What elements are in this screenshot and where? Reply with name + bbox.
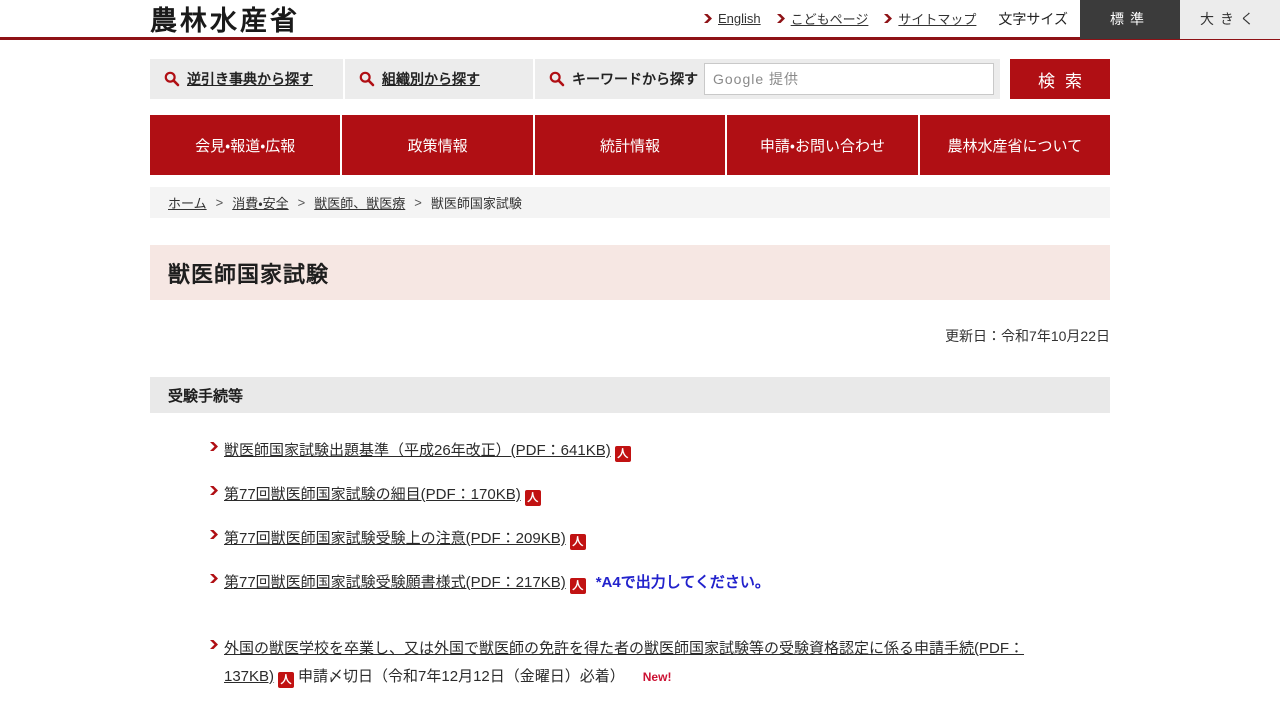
nav-item-press[interactable]: 会見・報道・広報 xyxy=(150,115,340,175)
header-link-kids-label[interactable]: こどもページ xyxy=(791,9,869,28)
new-badge: New! xyxy=(643,670,672,684)
breadcrumb: ホーム > 消費・安全 > 獣医師、獣医療 > 獣医師国家試験 xyxy=(150,187,1110,218)
pdf-link-exam-notes[interactable]: 第77回獣医師国家試験受験上の注意(PDF：209KB) xyxy=(224,530,566,547)
keyword-search-box: キーワードから探す xyxy=(535,59,1000,99)
header-link-kids[interactable]: こどもページ xyxy=(777,9,869,28)
header-menu: English こどもページ サイトマップ 文字サイズ 標準 大きく xyxy=(704,0,1280,39)
arrow-icon xyxy=(704,13,713,24)
font-size-standard-button[interactable]: 標準 xyxy=(1080,0,1180,39)
list-item: 第77回獣医師国家試験受験願書様式(PDF：217KB)人 *A4で出力してくださ… xyxy=(210,569,1070,597)
breadcrumb-veterinary[interactable]: 獣医師、獣医療 xyxy=(314,193,405,212)
global-nav: 会見・報道・広報 政策情報 統計情報 申請・お問い合わせ 農林水産省について xyxy=(150,115,1110,175)
search-submit-button[interactable]: 検索 xyxy=(1010,59,1110,99)
document-list: 獣医師国家試験出題基準（平成26年改正）(PDF：641KB)人 第77回獣医師… xyxy=(210,437,1070,691)
arrow-icon xyxy=(210,441,219,452)
pdf-icon: 人 xyxy=(525,490,541,506)
header-link-english[interactable]: English xyxy=(704,11,761,26)
a4-print-note: *A4で出力してください。 xyxy=(596,574,770,591)
pdf-icon: 人 xyxy=(570,534,586,550)
pdf-link-exam-details[interactable]: 第77回獣医師国家試験の細目(PDF：170KB) xyxy=(224,486,521,503)
pdf-icon: 人 xyxy=(570,578,586,594)
arrow-icon xyxy=(210,639,219,650)
arrow-icon xyxy=(777,13,786,24)
page-title: 獣医師国家試験 xyxy=(168,257,329,289)
breadcrumb-home[interactable]: ホーム xyxy=(168,193,207,212)
breadcrumb-consumer-safety[interactable]: 消費・安全 xyxy=(232,193,288,212)
nav-item-policy[interactable]: 政策情報 xyxy=(342,115,532,175)
pdf-link-exam-standards[interactable]: 獣医師国家試験出題基準（平成26年改正）(PDF：641KB) xyxy=(224,442,611,459)
pdf-icon: 人 xyxy=(615,446,631,462)
updated-date: 更新日：令和7年10月22日 xyxy=(150,326,1110,346)
keyword-search-input[interactable] xyxy=(704,63,994,95)
breadcrumb-current: 獣医師国家試験 xyxy=(431,193,522,212)
list-item: 獣医師国家試験出題基準（平成26年改正）(PDF：641KB)人 xyxy=(210,437,1070,465)
header-link-sitemap-label[interactable]: サイトマップ xyxy=(898,9,976,28)
arrow-icon xyxy=(210,485,219,496)
nav-item-about[interactable]: 農林水産省について xyxy=(920,115,1110,175)
deadline-note: 申請〆切日（令和7年12月12日（金曜日）必着） xyxy=(298,668,625,685)
site-header: 農林水産省 English こどもページ サイトマップ 文字サイズ 標準 大きく xyxy=(0,0,1280,40)
by-org-box[interactable]: 組織別から探す xyxy=(345,59,533,99)
pdf-icon: 人 xyxy=(278,672,294,688)
section-heading: 受験手続等 xyxy=(168,385,243,406)
search-icon xyxy=(164,71,180,87)
font-size-large-button[interactable]: 大きく xyxy=(1180,0,1280,39)
breadcrumb-separator: > xyxy=(298,195,306,210)
page-title-bar: 獣医師国家試験 xyxy=(150,245,1110,300)
search-icon xyxy=(549,71,565,87)
section-bar: 受験手続等 xyxy=(150,377,1110,413)
header-link-english-label[interactable]: English xyxy=(718,11,761,26)
reverse-lookup-box[interactable]: 逆引き事典から探す xyxy=(150,59,343,99)
arrow-icon xyxy=(884,13,893,24)
search-icon xyxy=(359,71,375,87)
header-link-sitemap[interactable]: サイトマップ xyxy=(884,9,976,28)
arrow-icon xyxy=(210,573,219,584)
by-org-link[interactable]: 組織別から探す xyxy=(382,69,480,89)
list-item: 第77回獣医師国家試験受験上の注意(PDF：209KB)人 xyxy=(210,525,1070,553)
reverse-lookup-link[interactable]: 逆引き事典から探す xyxy=(187,69,313,89)
keyword-search-label: キーワードから探す xyxy=(572,69,698,89)
nav-item-application[interactable]: 申請・お問い合わせ xyxy=(727,115,917,175)
breadcrumb-separator: > xyxy=(216,195,224,210)
font-size-label: 文字サイズ xyxy=(998,9,1068,29)
list-item: 外国の獣医学校を卒業し、又は外国で獣医師の免許を得た者の獣医師国家試験等の受験資… xyxy=(210,635,1070,691)
site-logo[interactable]: 農林水産省 xyxy=(150,0,300,38)
nav-item-statistics[interactable]: 統計情報 xyxy=(535,115,725,175)
arrow-icon xyxy=(210,529,219,540)
search-row: 逆引き事典から探す 組織別から探す キーワードから探す 検索 xyxy=(150,59,1110,99)
list-item: 第77回獣医師国家試験の細目(PDF：170KB)人 xyxy=(210,481,1070,509)
breadcrumb-separator: > xyxy=(414,195,422,210)
pdf-link-application-form[interactable]: 第77回獣医師国家試験受験願書様式(PDF：217KB) xyxy=(224,574,566,591)
